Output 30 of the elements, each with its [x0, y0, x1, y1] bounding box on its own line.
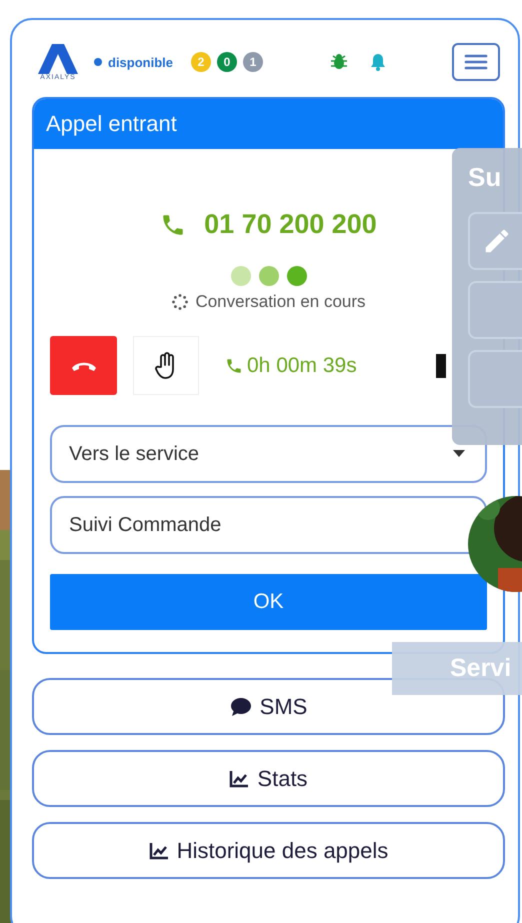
call-timer: 0h 00m 39s	[247, 354, 357, 378]
menu-icon	[464, 53, 488, 71]
hang-up-button[interactable]	[50, 336, 117, 395]
chart-icon	[148, 842, 169, 860]
status-label: disponible	[108, 54, 173, 70]
caret-icon	[453, 450, 465, 458]
service-select[interactable]: Vers le service	[50, 425, 487, 483]
input-field[interactable]: Suivi Commande	[50, 496, 487, 554]
call-status: Conversation en cours	[195, 292, 366, 312]
side-button[interactable]	[468, 212, 522, 270]
bug-icon[interactable]	[330, 53, 348, 71]
bell-icon[interactable]	[370, 53, 386, 71]
side-panel-title: Su	[468, 162, 502, 193]
phone-number: 01 70 200 200	[204, 209, 377, 240]
menu-item[interactable]: SMS	[32, 678, 505, 735]
bar-icon[interactable]	[436, 354, 446, 378]
menu-button[interactable]	[452, 43, 500, 81]
chart-icon	[229, 770, 250, 788]
count-badge: 1	[243, 52, 263, 72]
spinner-icon	[171, 293, 190, 311]
panel-title: Appel entrant	[34, 99, 503, 149]
menu-item[interactable]: Historique des appels	[32, 822, 505, 879]
menu-item[interactable]: Stats	[32, 750, 505, 807]
ok-button[interactable]: OK	[50, 574, 487, 630]
hold-button[interactable]	[133, 336, 199, 395]
count-badge: 0	[217, 52, 237, 72]
phone-icon	[225, 356, 243, 374]
count-badge: 2	[191, 52, 211, 72]
speech-bubble-icon	[230, 696, 252, 716]
logo-icon	[38, 44, 78, 74]
